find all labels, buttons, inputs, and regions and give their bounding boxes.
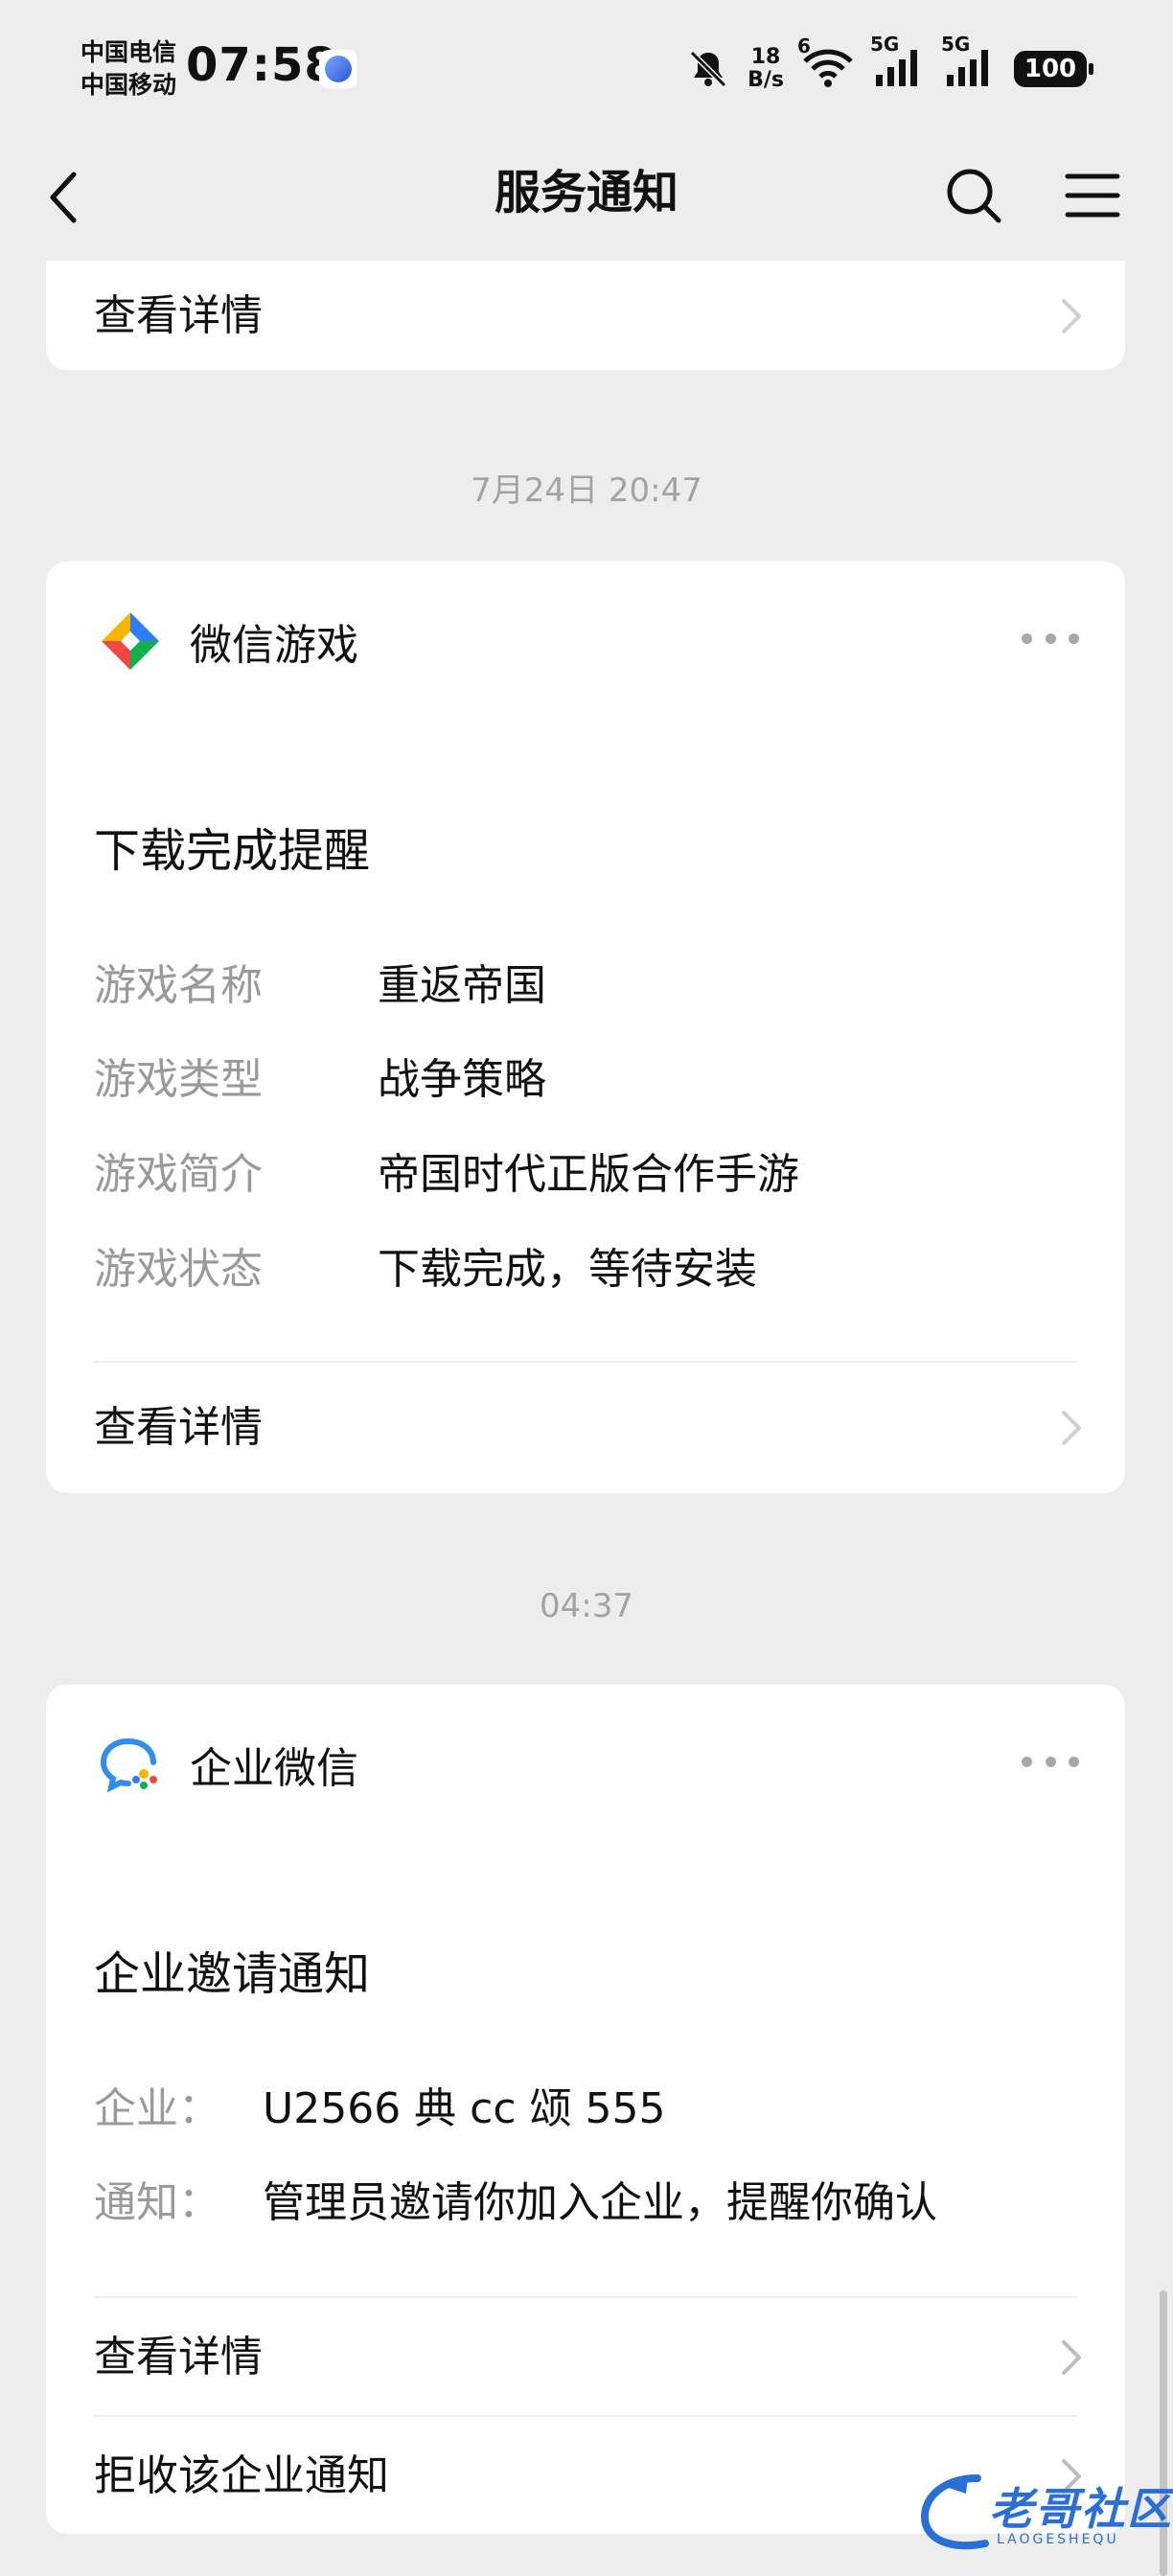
mute-bell-icon [689, 50, 727, 88]
info-row: 游戏状态 下载完成，等待安装 [94, 1234, 757, 1296]
view-details-label: 查看详情 [94, 291, 263, 340]
nav-bar: 服务通知 [0, 134, 1173, 261]
info-value: 帝国时代正版合作手游 [378, 1150, 799, 1199]
divider [94, 1361, 1077, 1363]
wechat-games-logo-icon [102, 612, 159, 670]
brand-name: 企业微信 [190, 1744, 358, 1793]
status-bar: 中国电信 中国移动 07:58 18 B/s 6 5G 5G 100 [0, 0, 1173, 134]
info-row: 企业： U2566 典 cc 颂 555 [94, 2074, 666, 2135]
dot-icon [1045, 632, 1056, 644]
info-key: 通知： [94, 2178, 220, 2227]
info-value: 下载完成，等待安装 [378, 1245, 757, 1294]
more-options-button[interactable] [1022, 629, 1079, 648]
wecom-notification-card[interactable]: 企业微信 企业邀请通知 企业： U2566 典 cc 颂 555 通知： 管理员… [46, 1685, 1125, 2534]
timestamp: 7月24日 20:47 [471, 472, 702, 510]
info-key: 游戏简介 [94, 1150, 263, 1199]
menu-button[interactable] [1058, 161, 1127, 230]
dot-icon [1045, 1756, 1056, 1767]
carrier-1: 中国电信 [80, 38, 177, 66]
info-value: 重返帝国 [378, 961, 546, 1010]
net-label-1: 5G [870, 33, 900, 56]
wecom-logo-icon [100, 1738, 157, 1793]
brand-name: 微信游戏 [190, 621, 358, 670]
chevron-right-icon [1062, 299, 1081, 334]
wifi-indicator: 6 [797, 34, 855, 92]
view-details-link[interactable]: 查看详情 [46, 261, 1125, 370]
clock: 07:58 [186, 38, 337, 92]
info-value: U2566 典 cc 颂 555 [263, 2084, 666, 2133]
notification-title: 企业邀请通知 [94, 1947, 371, 2001]
card-header: 企业微信 [100, 1731, 358, 1798]
info-row: 游戏名称 重返帝国 [94, 951, 546, 1012]
speed-unit: B/s [748, 68, 784, 92]
info-key: 游戏名称 [94, 961, 263, 1010]
chevron-right-icon [1062, 1411, 1081, 1445]
carrier-2: 中国移动 [80, 71, 177, 99]
info-key: 游戏类型 [94, 1055, 263, 1104]
watermark-text: 老哥社区 [989, 2483, 1173, 2535]
previous-notification-card: 查看详情 [46, 261, 1125, 370]
signal-2: 5G [941, 33, 997, 92]
view-details-label: 查看详情 [94, 2333, 263, 2381]
dot-icon [1069, 1756, 1079, 1767]
watermark-subtext: LAOGESHEQU [997, 2532, 1119, 2547]
search-icon [947, 169, 1001, 223]
view-details-link[interactable]: 查看详情 [46, 1368, 1125, 1487]
status-icons: 18 B/s 6 5G 5G 100 [686, 33, 1093, 100]
view-details-label: 查看详情 [94, 1403, 263, 1452]
wechat-games-notification-card[interactable]: 微信游戏 下载完成提醒 游戏名称 重返帝国 游戏类型 战争策略 游戏简介 帝国时… [46, 562, 1125, 1493]
view-details-link[interactable]: 查看详情 [46, 2298, 1125, 2417]
chevron-right-icon [1062, 2340, 1081, 2375]
reject-notifications-label: 拒收该企业通知 [94, 2451, 389, 2500]
dot-icon [1022, 632, 1032, 644]
app-notification-icon [319, 50, 357, 88]
dot-icon [1022, 1756, 1032, 1767]
battery-level: 100 [1024, 55, 1077, 83]
timestamp: 04:37 [540, 1587, 633, 1625]
more-options-button[interactable] [1022, 1752, 1079, 1771]
dot-icon [1069, 632, 1079, 644]
wifi-label: 6 [797, 34, 811, 58]
info-value: 管理员邀请你加入企业，提醒你确认 [263, 2178, 937, 2227]
info-value: 战争策略 [378, 1055, 546, 1104]
search-button[interactable] [939, 161, 1008, 230]
info-row: 通知： 管理员邀请你加入企业，提醒你确认 [94, 2168, 937, 2229]
notification-title: 下载完成提醒 [94, 824, 371, 878]
network-speed: 18 B/s [748, 46, 784, 92]
net-label-2: 5G [941, 33, 971, 56]
battery-icon: 100 [1014, 51, 1093, 87]
card-header: 微信游戏 [100, 608, 358, 675]
info-row: 游戏类型 战争策略 [94, 1045, 546, 1106]
info-row: 游戏简介 帝国时代正版合作手游 [94, 1139, 799, 1201]
info-key: 企业： [94, 2084, 220, 2133]
info-key: 游戏状态 [94, 1245, 263, 1294]
menu-icon [1065, 173, 1120, 218]
carrier-names: 中国电信 中国移动 [80, 36, 176, 102]
signal-1: 5G [870, 33, 926, 92]
speed-value: 18 [750, 45, 781, 69]
